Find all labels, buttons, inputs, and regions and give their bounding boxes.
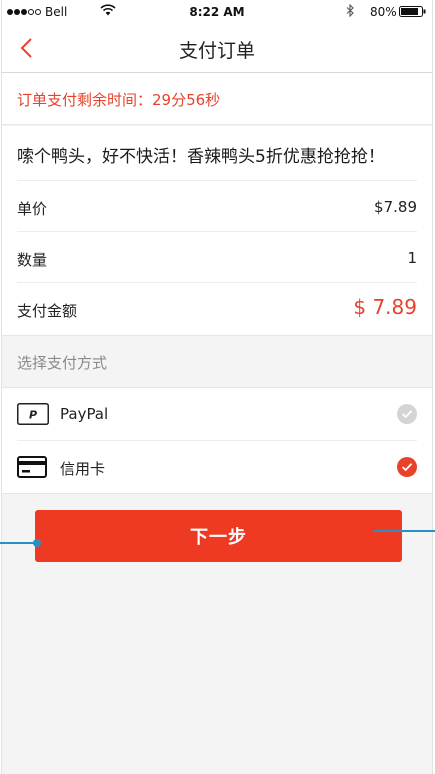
credit-card-radio[interactable] — [397, 457, 417, 477]
payment-options: P PayPal 信用卡 — [2, 388, 432, 494]
check-icon — [401, 463, 413, 472]
payment-method-header: 选择支付方式 — [2, 336, 432, 388]
callout-marker-left — [33, 539, 41, 547]
svg-text:P: P — [29, 409, 37, 422]
total-label: 支付金额 — [17, 302, 78, 320]
unit-price-value: $7.89 — [374, 198, 417, 216]
total-amount: $ 7.89 — [353, 295, 417, 319]
paypal-radio[interactable] — [397, 404, 417, 424]
credit-card-icon — [17, 456, 47, 478]
callout-line-right — [374, 530, 435, 532]
battery-icon — [399, 6, 426, 17]
callout-line-left — [0, 542, 36, 544]
unit-price-row: 单价 $7.89 — [17, 180, 417, 232]
phone-screen: Bell 8:22 AM 80% 支付订单 订单支付剩余时间：29分56秒 嗦个… — [1, 0, 433, 774]
payment-countdown: 订单支付剩余时间：29分56秒 — [2, 73, 432, 125]
product-title: 嗦个鸭头，好不快活！香辣鸭头5折优惠抢抢抢！ — [17, 147, 385, 167]
quantity-row: 数量 1 — [17, 231, 417, 283]
paypal-label: PayPal — [60, 405, 109, 423]
total-row: 支付金额 $ 7.89 — [17, 282, 417, 334]
quantity-label: 数量 — [17, 251, 48, 269]
next-step-button[interactable]: 下一步 — [35, 510, 402, 562]
payment-option-credit-card[interactable]: 信用卡 — [17, 440, 417, 493]
check-icon — [401, 410, 413, 419]
credit-card-label: 信用卡 — [60, 460, 106, 478]
quantity-value: 1 — [407, 249, 417, 267]
order-summary: 嗦个鸭头，好不快活！香辣鸭头5折优惠抢抢抢！ 单价 $7.89 数量 1 支付金… — [2, 126, 432, 336]
payment-option-paypal[interactable]: P PayPal — [17, 388, 417, 440]
paypal-icon: P — [17, 403, 49, 425]
battery-percent: 80% — [370, 5, 397, 19]
payment-method-title: 选择支付方式 — [17, 354, 108, 372]
status-time: 8:22 AM — [189, 5, 245, 19]
nav-bar: 支付订单 — [2, 24, 432, 73]
status-bar: Bell 8:22 AM 80% — [2, 0, 432, 24]
unit-price-label: 单价 — [17, 200, 48, 218]
countdown-text: 订单支付剩余时间：29分56秒 — [17, 91, 221, 109]
page-title: 支付订单 — [178, 40, 255, 62]
bluetooth-icon — [346, 4, 354, 17]
